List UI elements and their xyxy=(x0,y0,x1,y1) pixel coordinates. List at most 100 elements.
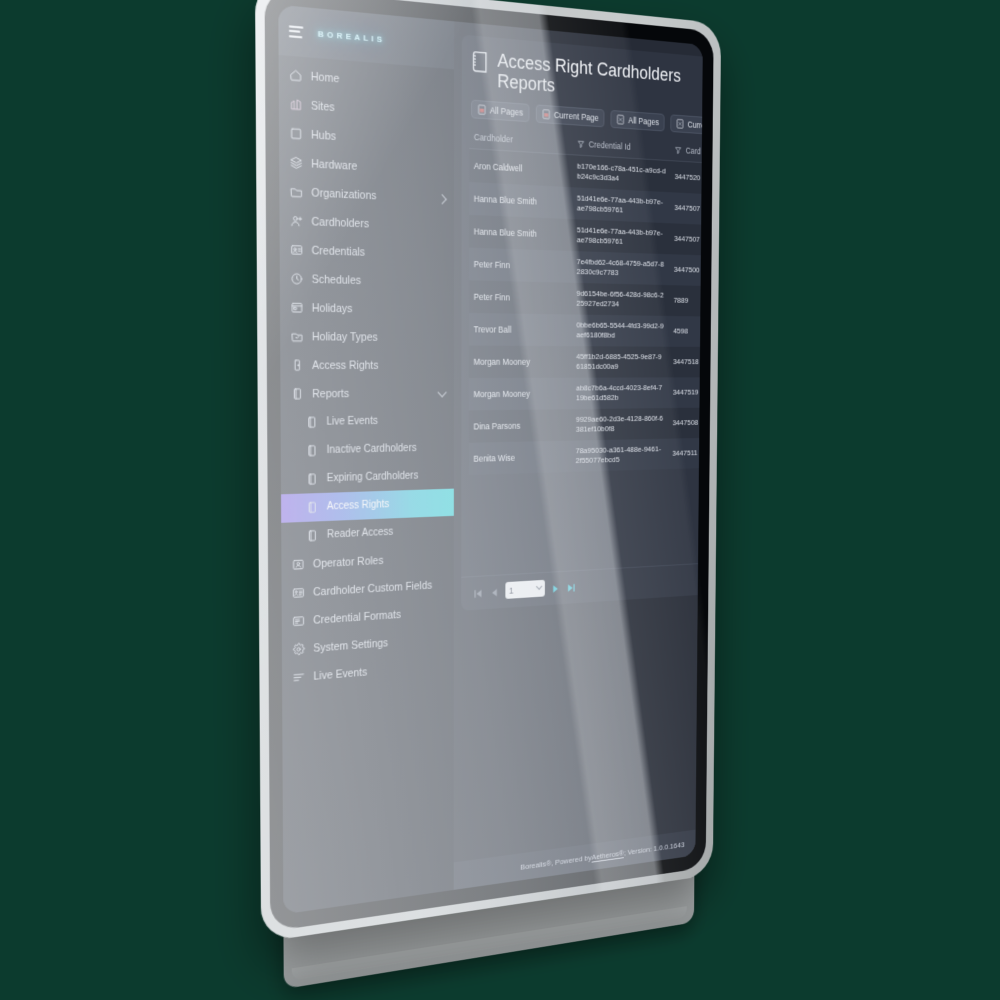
credentials-icon xyxy=(290,243,303,257)
footer-link[interactable]: Aetheros® xyxy=(592,848,624,861)
sidebar-item-label: Cardholder Custom Fields xyxy=(313,578,433,599)
sidebar-nav: Home Sites Hubs Hardware Organizations Cardho… xyxy=(279,55,455,914)
cardholders-icon xyxy=(290,214,303,228)
funnel-icon[interactable] xyxy=(577,139,585,148)
sidebar-item-home[interactable]: Home xyxy=(279,59,454,101)
sidebar-item-system-settings[interactable]: System Settings xyxy=(282,624,454,664)
report-doc-icon xyxy=(305,415,318,429)
scene: BOREALIS Home Sites Hubs Hardware Organizati… xyxy=(0,0,1000,1000)
sidebar-item-label: Hubs xyxy=(311,128,337,143)
sidebar-item-schedules[interactable]: Schedules xyxy=(280,264,454,296)
cell-cardholder: Aron Caldwell xyxy=(473,160,523,174)
cell-card-number: 3447507 xyxy=(673,234,700,245)
column-header-label: Card Number xyxy=(685,145,703,158)
pdf-icon xyxy=(542,109,550,120)
sidebar-item-organizations[interactable]: Organizations xyxy=(279,177,454,214)
export-excel-all-pages-button[interactable]: All Pages xyxy=(610,110,665,132)
sidebar-item-reports[interactable]: Reports xyxy=(280,379,454,408)
page-number-value: 1 xyxy=(509,585,514,596)
application-window: BOREALIS Home Sites Hubs Hardware Organizati… xyxy=(278,4,703,915)
sidebar-item-label: Sites xyxy=(310,99,335,114)
sidebar-item-hubs[interactable]: Hubs xyxy=(279,118,454,157)
sidebar-item-label: System Settings xyxy=(313,636,389,655)
last-page-button[interactable] xyxy=(566,580,577,592)
table-row[interactable]: Morgan Mooney ab8c7b6a-4ccd-4023-8ef4-719… xyxy=(468,377,703,411)
sidebar-item-label: Operator Roles xyxy=(312,554,384,571)
footer-suffix: ; Version: 1.0.0.1643 xyxy=(623,839,685,857)
cell-credential-id: 78a95030-a361-488e-9461-2f55077ebcd5 xyxy=(575,444,662,466)
report-doc-icon xyxy=(306,500,319,514)
custom-fields-icon xyxy=(292,586,305,600)
sidebar-item-expiring-cardholders[interactable]: Expiring Cardholders xyxy=(281,461,454,494)
cell-cardholder: Dina Parsons xyxy=(473,420,521,432)
sidebar: BOREALIS Home Sites Hubs Hardware Organizati… xyxy=(278,4,455,915)
export-pdf-all-pages-button[interactable]: All Pages xyxy=(471,99,530,123)
table-body: Aron Caldwell b170e166-c78a-451c-a9cd-db2… xyxy=(468,148,703,476)
cell-cardholder: Hanna Blue Smith xyxy=(473,193,537,207)
cell-card-number: 3447518 xyxy=(672,357,699,367)
operator-roles-icon xyxy=(292,558,305,572)
export-pdf-current-page-button[interactable]: Current Page xyxy=(535,104,605,128)
report-card: Access Right Cardholders Reports All Pag… xyxy=(461,34,703,611)
excel-icon xyxy=(617,115,625,125)
sidebar-item-holiday-types[interactable]: Holiday Types xyxy=(280,322,454,352)
gear-icon xyxy=(292,642,305,657)
sidebar-item-cardholders[interactable]: Cardholders xyxy=(279,206,454,241)
sidebar-item-operator-roles[interactable]: Operator Roles xyxy=(281,543,454,580)
cell-credential-id: 9929ae60-2d3e-4128-860f-6381ef10b0f8 xyxy=(575,414,664,434)
table-row[interactable]: Peter Finn 7e4fbd62-4c68-4759-a5d7-82830c… xyxy=(469,247,703,287)
table-row[interactable]: Trevor Ball 0bbe6b65-5544-4fd3-99d2-9aef6… xyxy=(468,313,703,348)
previous-page-button[interactable] xyxy=(489,585,500,598)
sidebar-item-label: Hardware xyxy=(311,157,358,173)
first-page-button[interactable] xyxy=(472,586,483,599)
export-excel-current-page-button[interactable]: Current Page xyxy=(670,114,703,137)
sidebar-item-holidays[interactable]: Holidays xyxy=(280,293,454,324)
hamburger-menu-icon[interactable] xyxy=(288,24,304,38)
sidebar-item-credentials[interactable]: Credentials xyxy=(280,235,454,269)
next-page-button[interactable] xyxy=(550,581,561,593)
page-number-select[interactable]: 1 xyxy=(505,579,545,599)
cell-cardholder: Peter Finn xyxy=(473,259,511,271)
sidebar-item-live-events[interactable]: Live Events xyxy=(281,407,454,438)
sidebar-item-label: Credentials xyxy=(311,244,366,259)
sidebar-item-live-events[interactable]: Live Events xyxy=(282,651,454,693)
sidebar-item-label: Holiday Types xyxy=(311,330,378,344)
sidebar-item-credential-formats[interactable]: Credential Formats xyxy=(282,597,454,636)
cell-cardholder: Benita Wise xyxy=(473,452,516,464)
sidebar-item-reader-access[interactable]: Reader Access xyxy=(281,516,454,551)
cell-credential-id: 7e4fbd62-4c68-4759-a5d7-82830c9c7783 xyxy=(576,257,664,278)
table-row[interactable]: Benita Wise 78a95030-a361-488e-9461-2f550… xyxy=(468,437,703,476)
table-row[interactable]: Peter Finn 9d6154be-6f56-428d-98c6-225927… xyxy=(468,280,703,318)
cell-cardholder: Morgan Mooney xyxy=(473,356,530,367)
funnel-icon[interactable] xyxy=(675,146,683,155)
cell-credential-id: 51d41e6e-77aa-443b-b97e-ae798cb59761 xyxy=(576,193,663,215)
sidebar-item-label: Cardholders xyxy=(311,215,370,231)
cell-credential-id: 45ff1b2d-6885-4525-9e87-961851dc00a9 xyxy=(576,352,662,372)
sidebar-item-cardholder-custom-fields[interactable]: Cardholder Custom Fields xyxy=(281,570,453,608)
device-screen: BOREALIS Home Sites Hubs Hardware Organizati… xyxy=(264,0,714,932)
chevron-down-icon xyxy=(535,583,543,590)
export-button-label: All Pages xyxy=(628,115,659,128)
sidebar-item-hardware[interactable]: Hardware xyxy=(279,147,454,185)
chevron-right-icon[interactable] xyxy=(437,193,447,204)
table-row[interactable]: Morgan Mooney 45ff1b2d-6885-4525-9e87-961… xyxy=(468,345,703,379)
access-rights-icon xyxy=(291,358,304,372)
sidebar-item-label: Access Rights xyxy=(326,498,390,513)
sidebar-item-label: Reports xyxy=(312,387,350,401)
cell-credential-id: 0bbe6b65-5544-4fd3-99d2-9aef6180f8bd xyxy=(576,320,664,340)
sidebar-item-access-rights[interactable]: Access Rights xyxy=(280,351,454,380)
footer-prefix: Borealis®, Powered by xyxy=(520,852,592,872)
sidebar-item-label: Organizations xyxy=(311,186,377,202)
report-doc-icon xyxy=(305,444,318,458)
sidebar-item-access-rights[interactable]: Access Rights xyxy=(281,488,454,523)
cell-credential-id: 51d41e6e-77aa-443b-b97e-ae798cb59761 xyxy=(576,225,663,247)
chevron-down-icon[interactable] xyxy=(437,386,447,397)
table-row[interactable]: Dina Parsons 9929ae60-2d3e-4128-860f-6381… xyxy=(468,407,703,444)
cell-card-number: 4598 xyxy=(673,326,689,336)
main-content: Access Right Cardholders Reports All Pag… xyxy=(453,21,703,890)
column-header-label: Cardholder xyxy=(473,132,513,145)
sidebar-item-inactive-cardholders[interactable]: Inactive Cardholders xyxy=(281,434,454,466)
holidays-icon xyxy=(290,301,303,315)
sidebar-item-sites[interactable]: Sites xyxy=(279,89,454,130)
table-container: Cardholder Credential Id Card Number Aron … xyxy=(461,126,703,577)
